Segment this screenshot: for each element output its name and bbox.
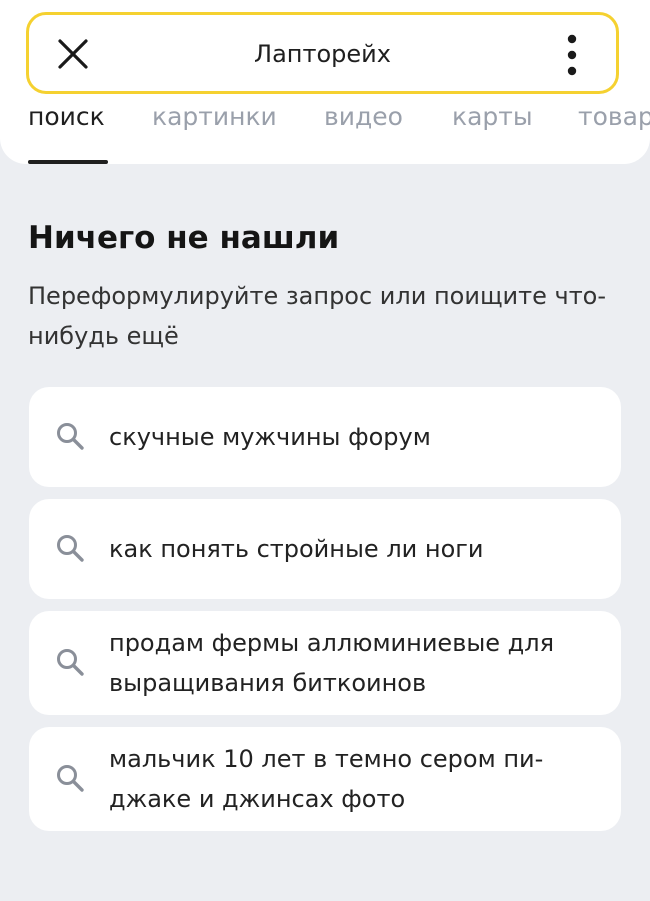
search-bar[interactable]: Лапторейх — [26, 12, 619, 94]
suggestion-item[interactable]: продам фермы аллюминиевые для выращивани… — [29, 611, 621, 715]
close-button[interactable] — [51, 32, 95, 76]
search-icon — [57, 535, 84, 562]
header-panel: Лапторейх поиск картинки видео карты тов… — [0, 0, 650, 164]
search-icon — [57, 423, 84, 450]
search-icon — [57, 765, 84, 792]
more-menu-button[interactable] — [550, 33, 594, 77]
empty-state-subtitle: Переформулируйте запрос или поищите что-… — [28, 282, 607, 350]
search-icon — [57, 649, 84, 676]
suggestion-text: скучные мужчины форум — [109, 423, 431, 451]
search-query[interactable]: Лапторейх — [109, 39, 536, 69]
tab-images[interactable]: картинки — [152, 102, 277, 132]
search-tabs: поиск картинки видео карты товар — [0, 96, 650, 164]
tab-products[interactable]: товар — [578, 102, 650, 132]
suggestion-text: как понять стройные ли ноги — [109, 535, 484, 563]
tab-search[interactable]: поиск — [28, 102, 105, 132]
suggestion-item[interactable]: мальчик 10 лет в темно сером пи­джаке и … — [29, 727, 621, 831]
active-tab-indicator — [28, 160, 108, 164]
suggestion-text: мальчик 10 лет в темно сером пи­джаке и … — [109, 745, 544, 813]
tab-video[interactable]: видео — [324, 102, 403, 132]
suggestion-item[interactable]: как понять стройные ли ноги — [29, 499, 621, 599]
suggestion-item[interactable]: скучные мужчины форум — [29, 387, 621, 487]
suggestions-list: скучные мужчины форум как понять стройны… — [29, 387, 621, 843]
more-vertical-icon — [567, 34, 577, 76]
suggestion-text: продам фермы аллюминиевые для выращивани… — [109, 629, 555, 697]
tab-maps[interactable]: карты — [452, 102, 533, 132]
close-icon — [58, 39, 88, 69]
empty-state-title: Ничего не нашли — [28, 220, 340, 256]
